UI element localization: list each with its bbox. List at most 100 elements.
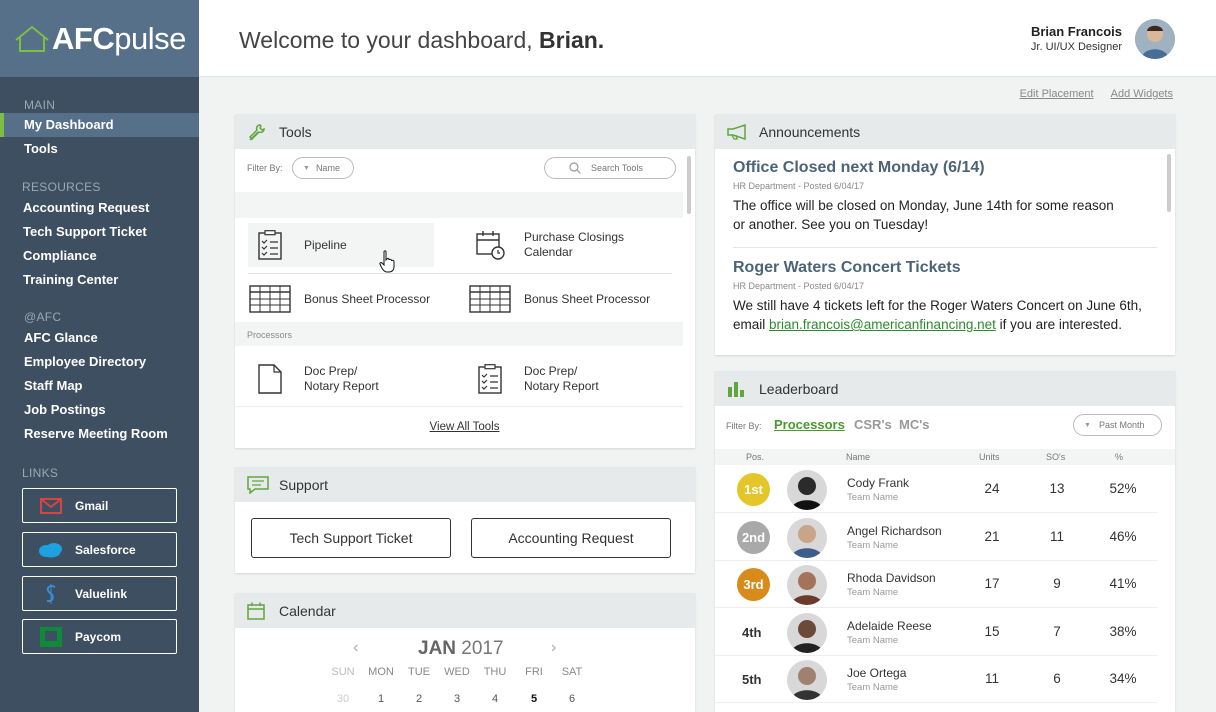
- col-pct: %: [1115, 452, 1124, 462]
- checklist-icon: [468, 364, 512, 394]
- leaderboard-row[interactable]: 3rd Rhoda Davidson Team Name 17 9 41%: [715, 561, 1157, 608]
- cal-date-4[interactable]: 4: [480, 693, 510, 705]
- gmail-link-button[interactable]: Gmail: [22, 488, 177, 523]
- sidebar-item-reserve-meeting-room[interactable]: Reserve Meeting Room: [0, 422, 168, 446]
- welcome-message: Welcome to your dashboard, Brian.: [239, 27, 604, 54]
- sidebar-item-afc-glance[interactable]: AFC Glance: [0, 326, 98, 350]
- announcement-title[interactable]: Office Closed next Monday (6/14): [733, 159, 1163, 177]
- chevron-left-icon[interactable]: ‹: [353, 639, 358, 657]
- tab-csrs[interactable]: CSR's: [854, 417, 892, 432]
- logo-pulse-text: pulse: [114, 20, 186, 56]
- leaderboard-sos: 6: [1053, 671, 1061, 686]
- leaderboard-pct: 46%: [1109, 528, 1137, 544]
- tools-scrollbar[interactable]: [687, 156, 691, 214]
- position-badge: 4th: [742, 624, 762, 640]
- search-icon: [569, 162, 581, 174]
- avatar: [787, 470, 827, 510]
- announcement-title[interactable]: Roger Waters Concert Tickets: [733, 259, 1173, 277]
- megaphone-icon: [727, 123, 749, 140]
- tool-purchase-closings-calendar[interactable]: Purchase Closings Calendar: [468, 223, 678, 267]
- leaderboard-title: Leaderboard: [759, 380, 839, 397]
- afcpulse-logo[interactable]: AFC pulse: [0, 0, 199, 77]
- valuelink-label: Valuelink: [75, 586, 128, 601]
- sidebar-item-training-center[interactable]: Training Center: [0, 268, 118, 292]
- cal-date-today[interactable]: 5: [519, 693, 549, 705]
- tab-mcs[interactable]: MC's: [899, 417, 930, 432]
- tools-filter-dropdown[interactable]: ▼ Name: [292, 157, 354, 179]
- user-avatar[interactable]: [1135, 19, 1175, 59]
- leaderboard-period-dropdown[interactable]: ▼ Past Month: [1073, 414, 1162, 436]
- leaderboard-team: Team Name: [847, 682, 899, 693]
- announcement-item: Office Closed next Monday (6/14) HR Depa…: [733, 159, 1163, 234]
- leaderboard-name: Angel Richardson: [847, 523, 942, 538]
- leaderboard-row[interactable]: 1st Cody Frank Team Name 24 13 52%: [715, 466, 1157, 513]
- leaderboard-card-header: Leaderboard: [715, 371, 1175, 406]
- user-name[interactable]: Brian Francois: [1031, 24, 1122, 39]
- tool-bonus-sheet-processor-1[interactable]: Bonus Sheet Processor: [248, 279, 448, 319]
- tool-pipeline-label: Pipeline: [304, 237, 347, 252]
- leaderboard-row[interactable]: 4th Adelaide Reese Team Name 15 7 38%: [715, 609, 1157, 656]
- cal-day-tue: TUE: [408, 666, 430, 678]
- announcement-email-link[interactable]: brian.francois@americanfinancing.net: [769, 317, 996, 332]
- sidebar-item-compliance[interactable]: Compliance: [0, 244, 97, 268]
- salesforce-link-button[interactable]: Salesforce: [22, 532, 177, 567]
- tools-search-input[interactable]: Search Tools: [544, 157, 676, 179]
- sidebar-item-staff-map[interactable]: Staff Map: [0, 374, 83, 398]
- avatar: [787, 660, 827, 700]
- chevron-right-icon[interactable]: ›: [551, 639, 556, 657]
- cal-date-6[interactable]: 6: [557, 693, 587, 705]
- leaderboard-pct: 38%: [1109, 623, 1137, 639]
- avatar: [787, 612, 827, 653]
- cal-date-3[interactable]: 3: [442, 693, 472, 705]
- sidebar-item-tech-support-ticket[interactable]: Tech Support Ticket: [0, 220, 147, 244]
- support-card-header: Support: [235, 467, 695, 502]
- add-widgets-link[interactable]: Add Widgets: [1111, 88, 1173, 100]
- tool-doc-prep-notary-1[interactable]: Doc Prep/ Notary Report: [248, 359, 448, 399]
- document-icon: [248, 364, 292, 394]
- announcement-body-line: The office will be closed on Monday, Jun…: [733, 198, 1114, 213]
- announcements-scrollbar[interactable]: [1167, 154, 1171, 212]
- col-units: Units: [979, 452, 1000, 462]
- calendar-month-year: JAN 2017: [418, 638, 504, 660]
- leaderboard-sos: 7: [1053, 623, 1061, 639]
- tool-pipeline[interactable]: Pipeline: [248, 223, 434, 267]
- leaderboard-name: Joe Ortega: [847, 666, 907, 680]
- cal-day-sat: SAT: [561, 666, 583, 678]
- cal-date-2[interactable]: 2: [404, 693, 434, 705]
- leaderboard-column-header-band: [715, 449, 1175, 465]
- announcement-body-text: if you are interested.: [999, 317, 1122, 332]
- checklist-icon: [248, 230, 292, 260]
- tools-search-placeholder: Search Tools: [591, 163, 643, 173]
- sidebar-item-employee-directory[interactable]: Employee Directory: [0, 350, 146, 374]
- valuelink-icon: [37, 583, 65, 604]
- leaderboard-row[interactable]: 5th Joe Ortega Team Name 11 6 34%: [715, 656, 1157, 703]
- announcement-body-text: email: [733, 317, 766, 332]
- cal-date-prev-30[interactable]: 30: [328, 693, 358, 705]
- leaderboard-team: Team Name: [847, 539, 899, 551]
- tools-footer-divider: [235, 406, 683, 407]
- paycom-link-button[interactable]: Paycom: [22, 619, 177, 654]
- valuelink-link-button[interactable]: Valuelink: [22, 576, 177, 611]
- widget-controls: Edit Placement Add Widgets: [1006, 88, 1173, 100]
- sidebar-item-tools[interactable]: Tools: [0, 137, 58, 161]
- salesforce-label: Salesforce: [75, 542, 136, 557]
- accounting-request-button[interactable]: Accounting Request: [471, 518, 671, 558]
- nav-section-links: LINKS: [22, 466, 59, 480]
- paycom-icon: [37, 626, 65, 647]
- cal-date-1[interactable]: 1: [366, 693, 396, 705]
- cal-day-wed: WED: [444, 666, 470, 678]
- tool-doc-prep-notary-2[interactable]: Doc Prep/ Notary Report: [468, 359, 668, 399]
- sidebar-item-job-postings[interactable]: Job Postings: [0, 398, 106, 422]
- view-all-tools-link[interactable]: View All Tools: [257, 421, 672, 433]
- leaderboard-name: Cody Frank: [847, 476, 910, 490]
- leaderboard-row[interactable]: 2nd Angel Richardson Team Name 21 11 46%: [715, 514, 1157, 561]
- tool-bonus-sheet-processor-2[interactable]: Bonus Sheet Processor: [468, 279, 678, 319]
- tech-support-ticket-button[interactable]: Tech Support Ticket: [251, 518, 451, 558]
- tool-bonus-sheet-label-2: Bonus Sheet Processor: [524, 291, 651, 306]
- sidebar-item-my-dashboard[interactable]: My Dashboard: [0, 113, 199, 137]
- sidebar-item-accounting-request[interactable]: Accounting Request: [0, 196, 149, 220]
- calendar-month: JAN: [418, 638, 457, 659]
- tab-processors[interactable]: Processors: [774, 417, 845, 432]
- announcements-title: Announcements: [759, 123, 861, 140]
- edit-placement-link[interactable]: Edit Placement: [1020, 88, 1094, 100]
